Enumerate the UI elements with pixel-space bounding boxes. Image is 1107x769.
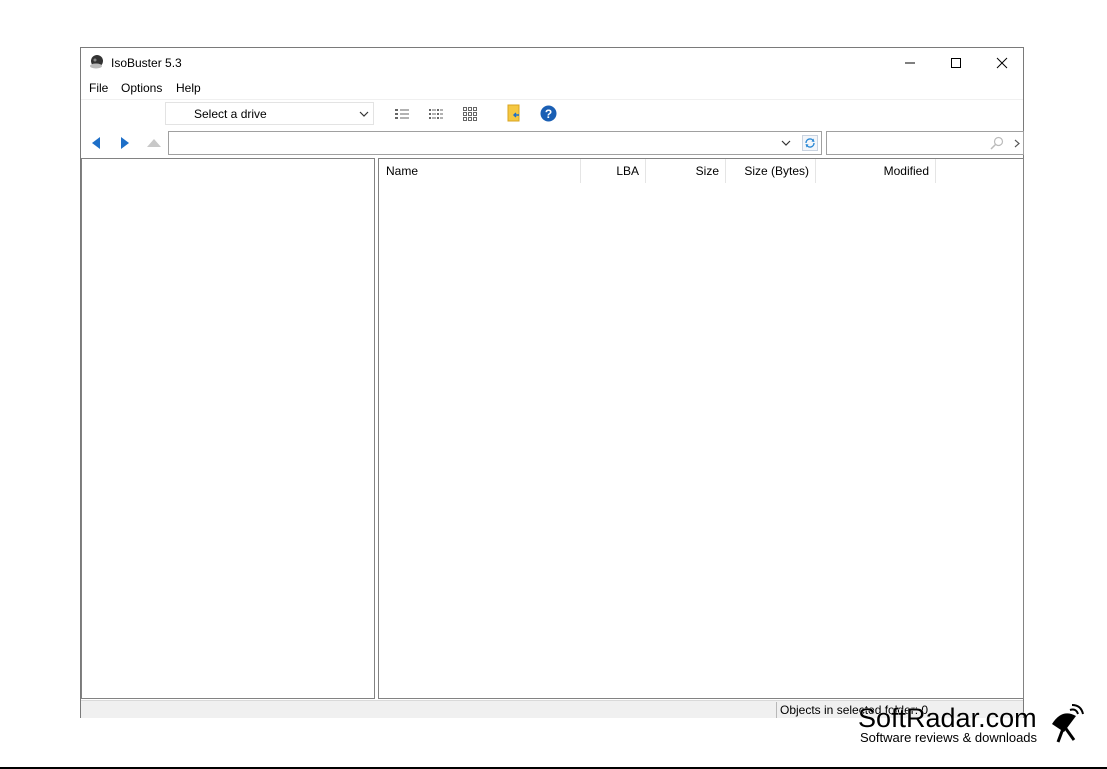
column-header-name[interactable]: Name [379, 159, 581, 183]
chevron-down-icon [359, 111, 369, 117]
maximize-icon [951, 58, 961, 68]
status-separator [776, 702, 777, 718]
search-icon[interactable] [990, 136, 1004, 150]
navigation-bar [81, 130, 1024, 156]
toolbar: Select a drive ? [81, 99, 1023, 128]
menu-file[interactable]: File [89, 81, 108, 95]
chevron-right-icon[interactable] [1014, 139, 1020, 148]
close-icon [996, 57, 1008, 69]
list-view-icon[interactable] [428, 106, 444, 122]
svg-text:SoftRadar.com: SoftRadar.com [858, 703, 1037, 733]
isobuster-app-icon [90, 55, 103, 69]
grid-view-icon[interactable] [462, 106, 478, 122]
minimize-icon [905, 62, 915, 64]
svg-text:?: ? [545, 107, 552, 121]
minimize-button[interactable] [887, 48, 933, 78]
refresh-icon[interactable] [802, 135, 818, 151]
close-button[interactable] [979, 48, 1025, 78]
column-header-modified[interactable]: Modified [816, 159, 936, 183]
address-bar[interactable] [168, 131, 822, 155]
menu-bar: File Options Help [81, 78, 1023, 98]
maximize-button[interactable] [933, 48, 979, 78]
folder-tree-pane[interactable] [81, 158, 375, 699]
window-title: IsoBuster 5.3 [111, 56, 182, 70]
menu-options[interactable]: Options [121, 81, 162, 95]
column-header-lba[interactable]: LBA [581, 159, 646, 183]
app-window: IsoBuster 5.3 File Options Help Select a… [80, 47, 1024, 718]
title-bar[interactable]: IsoBuster 5.3 [81, 48, 1023, 78]
softradar-watermark-logo: SoftRadar.com Software reviews & downloa… [858, 703, 1084, 745]
column-header-size[interactable]: Size [646, 159, 726, 183]
up-arrow-icon[interactable] [147, 138, 161, 148]
column-header-size-bytes[interactable]: Size (Bytes) [726, 159, 816, 183]
svg-text:Software reviews & downloads: Software reviews & downloads [860, 730, 1038, 745]
details-view-icon[interactable] [394, 106, 410, 122]
drive-select-label: Select a drive [194, 107, 267, 121]
address-chevron-down-icon[interactable] [781, 138, 791, 148]
forward-arrow-icon[interactable] [120, 137, 130, 149]
help-icon[interactable]: ? [540, 105, 557, 122]
extract-folder-icon[interactable] [506, 104, 522, 124]
file-list-pane[interactable]: Name LBA Size Size (Bytes) Modified [378, 158, 1024, 699]
menu-help[interactable]: Help [176, 81, 201, 95]
back-arrow-icon[interactable] [91, 137, 101, 149]
search-input[interactable] [826, 131, 1024, 155]
drive-select[interactable]: Select a drive [165, 102, 374, 125]
